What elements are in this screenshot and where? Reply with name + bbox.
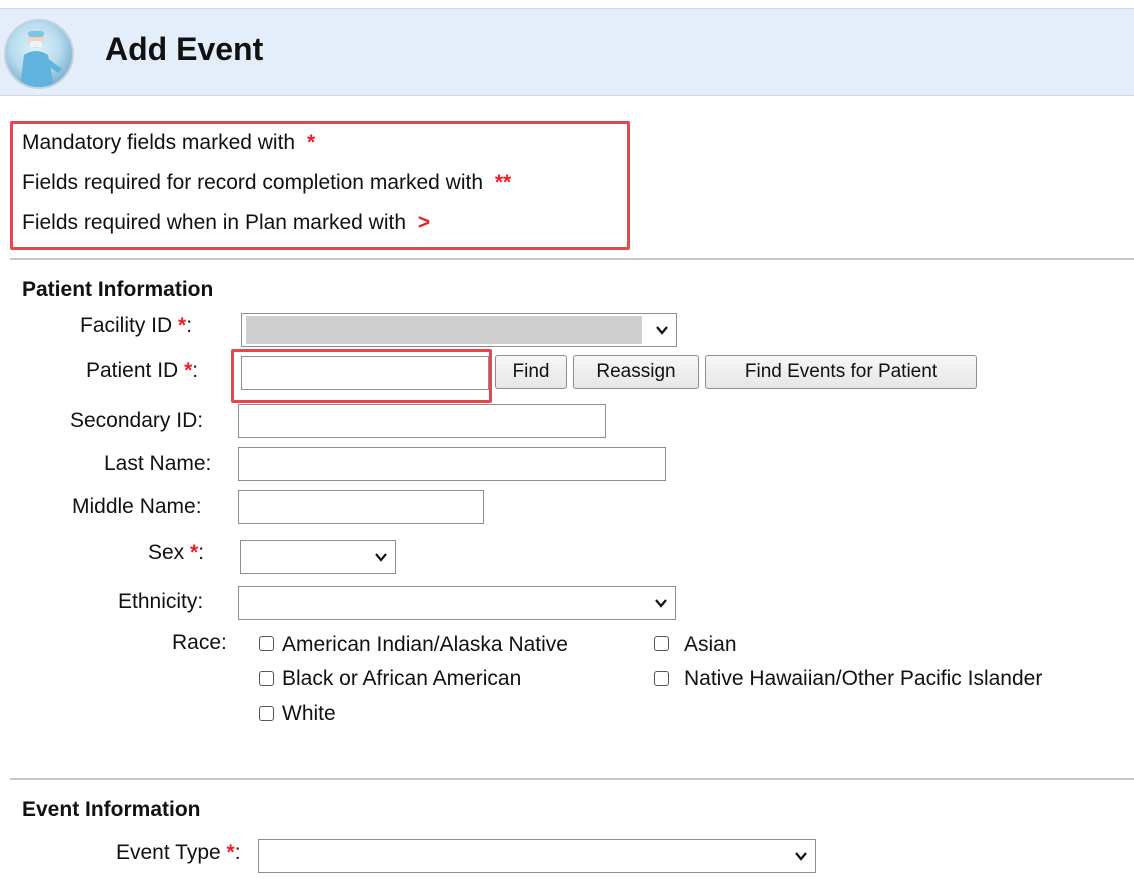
race-checkbox-white[interactable] <box>259 706 274 721</box>
redacted-value <box>246 316 642 344</box>
race-option-label: White <box>282 702 336 725</box>
race-option-label: Asian <box>684 633 737 656</box>
chevron-down-icon <box>656 326 668 335</box>
patient-id-highlight <box>231 349 492 403</box>
plan-legend: Fields required when in Plan marked with… <box>22 211 430 235</box>
event-type-label: Event Type *: <box>116 841 241 864</box>
race-checkbox-asian[interactable] <box>654 636 669 651</box>
chevron-down-icon <box>795 852 807 861</box>
facility-id-label: Facility ID *: <box>80 314 193 337</box>
race-option-label: American Indian/Alaska Native <box>282 633 568 656</box>
secondary-id-label: Secondary ID: <box>70 409 204 432</box>
sex-select[interactable] <box>240 540 396 574</box>
chevron-down-icon <box>655 599 667 608</box>
plan-legend-text: Fields required when in Plan marked with <box>22 211 407 234</box>
find-events-button[interactable]: Find Events for Patient <box>705 355 977 389</box>
secondary-id-input[interactable] <box>238 404 606 438</box>
patient-info-heading: Patient Information <box>22 278 214 301</box>
ethnicity-label: Ethnicity: <box>118 590 204 613</box>
race-checkbox-native-hawaiian[interactable] <box>654 671 669 686</box>
race-checkbox-american-indian[interactable] <box>259 636 274 651</box>
mandatory-legend: Mandatory fields marked with * <box>22 131 315 155</box>
completion-legend: Fields required for record completion ma… <box>22 171 511 195</box>
patient-id-label: Patient ID *: <box>86 359 199 382</box>
race-option-label: Native Hawaiian/Other Pacific Islander <box>684 667 1043 690</box>
completion-mark: ** <box>494 171 512 194</box>
middle-name-input[interactable] <box>238 490 484 524</box>
completion-legend-text: Fields required for record completion ma… <box>22 171 484 194</box>
mandatory-mark: * <box>306 131 316 154</box>
page-title: Add Event <box>105 31 264 67</box>
surgeon-avatar-icon <box>4 19 74 89</box>
plan-mark: > <box>417 211 431 234</box>
event-type-select[interactable] <box>258 839 816 873</box>
last-name-label: Last Name: <box>104 452 212 475</box>
find-button[interactable]: Find <box>495 355 567 389</box>
ethnicity-select[interactable] <box>238 586 676 620</box>
middle-name-label: Middle Name: <box>72 495 202 518</box>
last-name-input[interactable] <box>238 447 666 481</box>
chevron-down-icon <box>375 553 387 562</box>
sex-label: Sex *: <box>148 541 205 564</box>
race-label: Race: <box>172 631 227 654</box>
facility-id-select[interactable] <box>241 313 677 347</box>
page-header: Add Event <box>0 8 1134 96</box>
race-checkbox-black[interactable] <box>259 671 274 686</box>
mandatory-legend-text: Mandatory fields marked with <box>22 131 296 154</box>
reassign-button[interactable]: Reassign <box>573 355 699 389</box>
event-info-heading: Event Information <box>22 798 201 821</box>
race-option-label: Black or African American <box>282 667 522 690</box>
divider <box>10 778 1134 780</box>
divider <box>10 258 1134 260</box>
